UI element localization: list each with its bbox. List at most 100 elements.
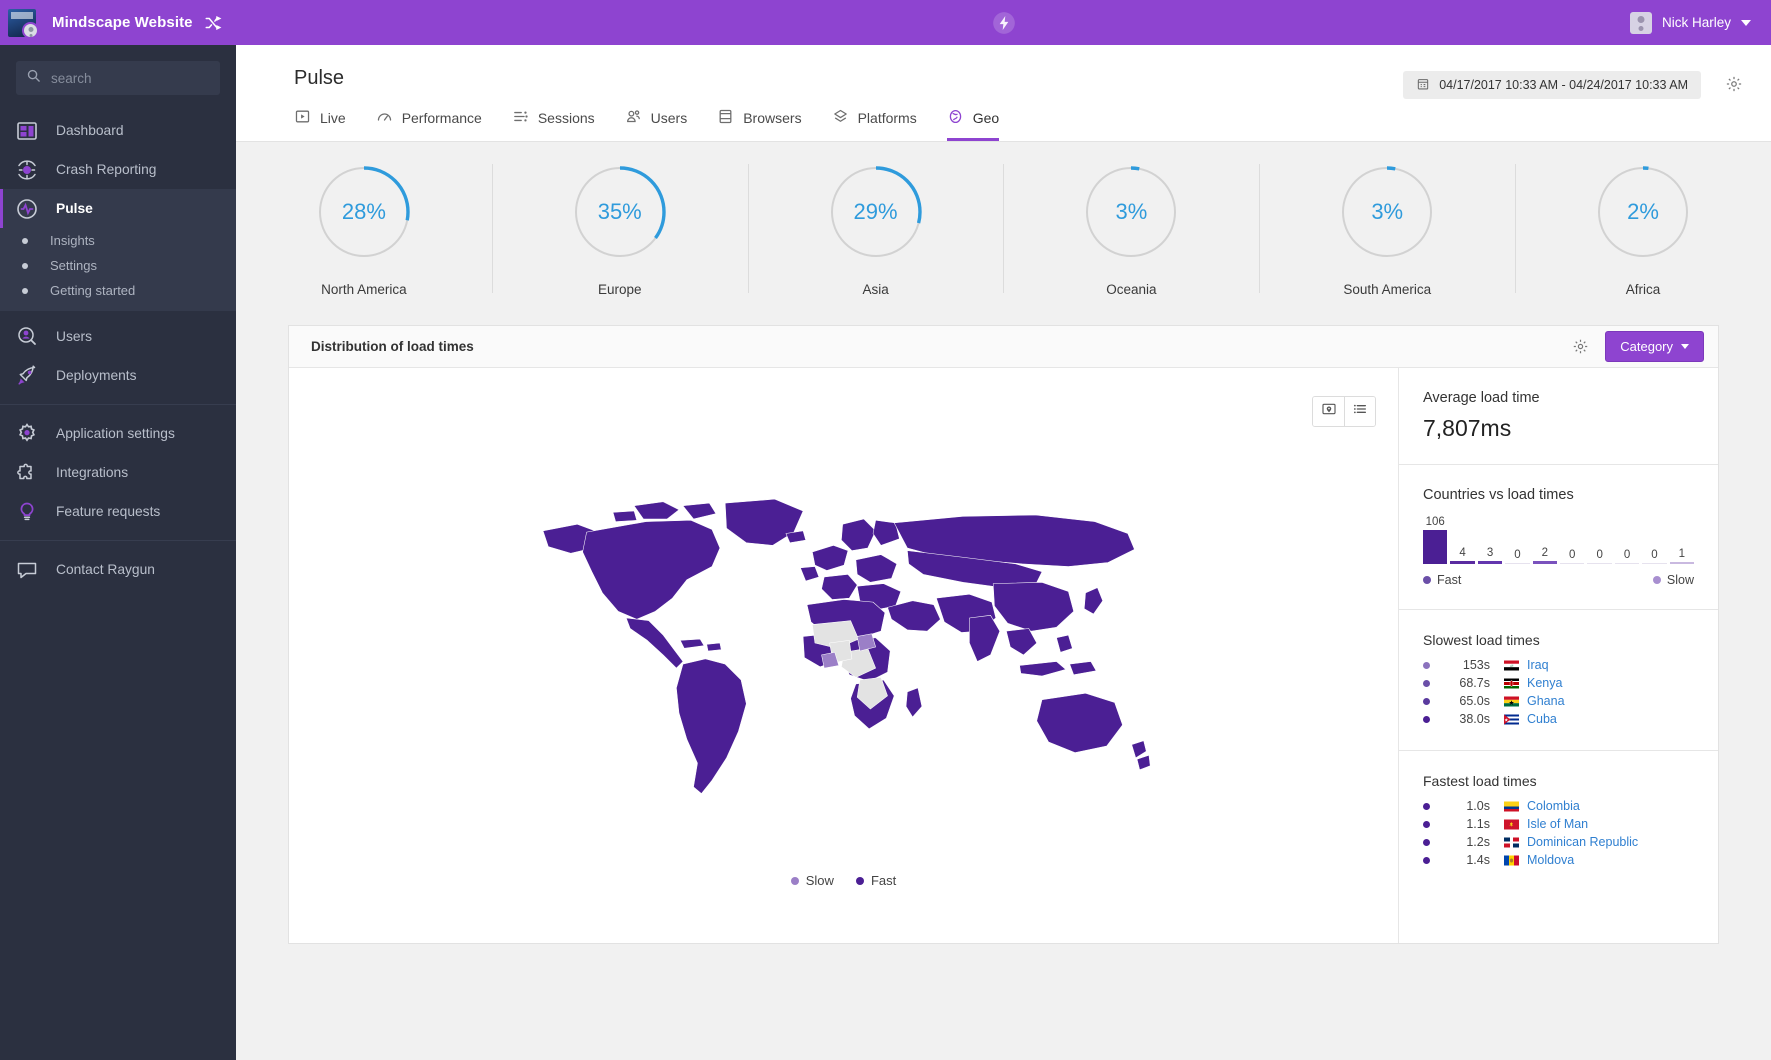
bar-value: 3 bbox=[1486, 547, 1494, 559]
country-name[interactable]: Cuba bbox=[1527, 712, 1557, 726]
status-dot bbox=[1423, 679, 1430, 687]
sidebar-item-crash-reporting[interactable]: Crash Reporting bbox=[0, 150, 236, 189]
continent-donuts: 28% North America 35% Europe 29% Asia 3%… bbox=[236, 142, 1771, 317]
app-root: Mindscape Website search Dashboard Crash… bbox=[0, 0, 1771, 1060]
load-time: 1.0s bbox=[1466, 799, 1490, 813]
status-dot bbox=[1423, 697, 1430, 705]
histogram-bar[interactable]: 3 bbox=[1477, 547, 1503, 564]
page-header: Pulse 04/17/2017 10:33 AM - 04/24/2017 1… bbox=[236, 45, 1771, 142]
chevron-down-icon bbox=[1681, 344, 1689, 349]
country-name[interactable]: Moldova bbox=[1527, 853, 1574, 867]
histogram-bar[interactable]: 0 bbox=[1642, 549, 1667, 564]
donut-chart: 28% bbox=[312, 160, 416, 264]
bar-rect bbox=[1587, 563, 1612, 564]
donut-europe[interactable]: 35% Europe bbox=[491, 160, 748, 297]
search-wrapper bbox=[0, 45, 236, 105]
histogram-bar[interactable]: 4 bbox=[1450, 547, 1475, 564]
lightning-bolt-icon[interactable] bbox=[991, 10, 1017, 36]
sidebar-subitem-getting-started[interactable]: Getting started bbox=[0, 278, 236, 303]
date-range-picker[interactable]: 04/17/2017 10:33 AM - 04/24/2017 10:33 A… bbox=[1403, 71, 1701, 99]
sidebar-item-deployments[interactable]: Deployments bbox=[0, 356, 236, 395]
donut-oceania[interactable]: 3% Oceania bbox=[1003, 160, 1259, 297]
donut-africa[interactable]: 2% Africa bbox=[1515, 160, 1771, 297]
histogram-bar[interactable]: 0 bbox=[1560, 549, 1585, 564]
shuffle-icon[interactable] bbox=[204, 14, 222, 32]
donut-label: Africa bbox=[1625, 282, 1661, 297]
card-settings-gear-icon[interactable] bbox=[1572, 338, 1589, 355]
page-settings-gear-icon[interactable] bbox=[1725, 75, 1743, 93]
avatar bbox=[22, 22, 39, 39]
sidebar-item-contact-raygun[interactable]: Contact Raygun bbox=[0, 550, 236, 589]
status-dot bbox=[1423, 802, 1430, 810]
load-time: 1.2s bbox=[1466, 835, 1490, 849]
list-item[interactable]: 1.0s Colombia bbox=[1423, 797, 1694, 815]
category-button[interactable]: Category bbox=[1605, 331, 1704, 362]
list-item[interactable]: 1.2s Dominican Republic bbox=[1423, 833, 1694, 851]
search-input[interactable] bbox=[51, 70, 210, 86]
donut-value: 3% bbox=[1371, 199, 1404, 224]
moldova-flag bbox=[1504, 855, 1519, 865]
donut-south-america[interactable]: 3% South America bbox=[1259, 160, 1515, 297]
donut-asia[interactable]: 29% Asia bbox=[747, 160, 1004, 297]
tab-users[interactable]: Users bbox=[625, 108, 687, 141]
crash-reporting-icon bbox=[14, 157, 40, 183]
divider bbox=[0, 404, 236, 405]
country-name[interactable]: Iraq bbox=[1527, 658, 1549, 672]
category-button-label: Category bbox=[1620, 339, 1673, 354]
tab-sessions[interactable]: Sessions bbox=[512, 108, 595, 141]
load-time: 68.7s bbox=[1459, 676, 1490, 690]
country-name[interactable]: Ghana bbox=[1527, 694, 1565, 708]
list-item[interactable]: 65.0s Ghana bbox=[1423, 692, 1694, 710]
sidebar-item-users[interactable]: Users bbox=[0, 317, 236, 356]
user-menu[interactable]: Nick Harley bbox=[1629, 11, 1751, 34]
sidebar-subitem-label: Insights bbox=[50, 233, 95, 248]
tab-performance[interactable]: Performance bbox=[376, 108, 482, 141]
bullet-icon bbox=[22, 237, 28, 244]
bar-value: 2 bbox=[1541, 547, 1549, 559]
sidebar-subitem-settings[interactable]: Settings bbox=[0, 253, 236, 278]
average-load-time-heading: Average load time bbox=[1423, 390, 1540, 406]
histogram-bar[interactable]: 0 bbox=[1505, 549, 1530, 564]
tab-live[interactable]: Live bbox=[294, 108, 346, 141]
list-item[interactable]: 38.0s Cuba bbox=[1423, 710, 1694, 728]
sidebar-item-dashboard[interactable]: Dashboard bbox=[0, 111, 236, 150]
puzzle-icon bbox=[14, 460, 40, 486]
histogram-bar[interactable]: 106 bbox=[1423, 516, 1448, 564]
dominican-republic-flag bbox=[1504, 837, 1519, 847]
country-name[interactable]: Kenya bbox=[1527, 676, 1562, 690]
donut-value: 28% bbox=[341, 199, 386, 224]
sidebar-item-pulse[interactable]: Pulse bbox=[0, 189, 236, 228]
world-map[interactable] bbox=[289, 368, 1398, 943]
legend-item-fast: Fast bbox=[855, 873, 896, 888]
sidebar-nav: Dashboard Crash Reporting Pulse Insights… bbox=[0, 111, 236, 589]
search-box[interactable] bbox=[16, 61, 220, 95]
tab-browsers[interactable]: Browsers bbox=[717, 108, 802, 141]
sidebar-item-integrations[interactable]: Integrations bbox=[0, 453, 236, 492]
sidebar-item-application-settings[interactable]: Application settings bbox=[0, 414, 236, 453]
tab-platforms[interactable]: Platforms bbox=[832, 108, 917, 141]
histogram-bar[interactable]: 0 bbox=[1587, 549, 1612, 564]
sidebar-item-feature-requests[interactable]: Feature requests bbox=[0, 492, 236, 531]
list-item[interactable]: 68.7s Kenya bbox=[1423, 674, 1694, 692]
donut-north-america[interactable]: 28% North America bbox=[236, 160, 492, 297]
list-item[interactable]: 153s الله Iraq bbox=[1423, 656, 1694, 674]
sidebar-subitem-insights[interactable]: Insights bbox=[0, 228, 236, 253]
country-name[interactable]: Dominican Republic bbox=[1527, 835, 1638, 849]
country-name[interactable]: Colombia bbox=[1527, 799, 1580, 813]
brand-header[interactable]: Mindscape Website bbox=[0, 0, 236, 45]
list-item[interactable]: 1.1s Isle of Man bbox=[1423, 815, 1694, 833]
donut-label: North America bbox=[321, 282, 407, 297]
histogram-bar[interactable]: 1 bbox=[1669, 548, 1695, 564]
list-item[interactable]: 1.4s Moldova bbox=[1423, 851, 1694, 869]
donut-label: Asia bbox=[862, 282, 889, 297]
legend-dot-slow bbox=[1652, 576, 1661, 584]
chat-icon bbox=[14, 557, 40, 583]
country-name[interactable]: Isle of Man bbox=[1527, 817, 1588, 831]
legend-item-fast: Fast bbox=[1423, 573, 1461, 587]
histogram-bar[interactable]: 2 bbox=[1532, 547, 1558, 564]
pulse-icon bbox=[14, 196, 40, 222]
histogram-bar[interactable]: 0 bbox=[1614, 549, 1640, 564]
platforms-icon bbox=[832, 108, 849, 128]
tab-geo[interactable]: Geo bbox=[946, 108, 1000, 141]
fastest-load-times-section: Fastest load times 1.0s Colombia 1.1s Is… bbox=[1399, 751, 1718, 891]
